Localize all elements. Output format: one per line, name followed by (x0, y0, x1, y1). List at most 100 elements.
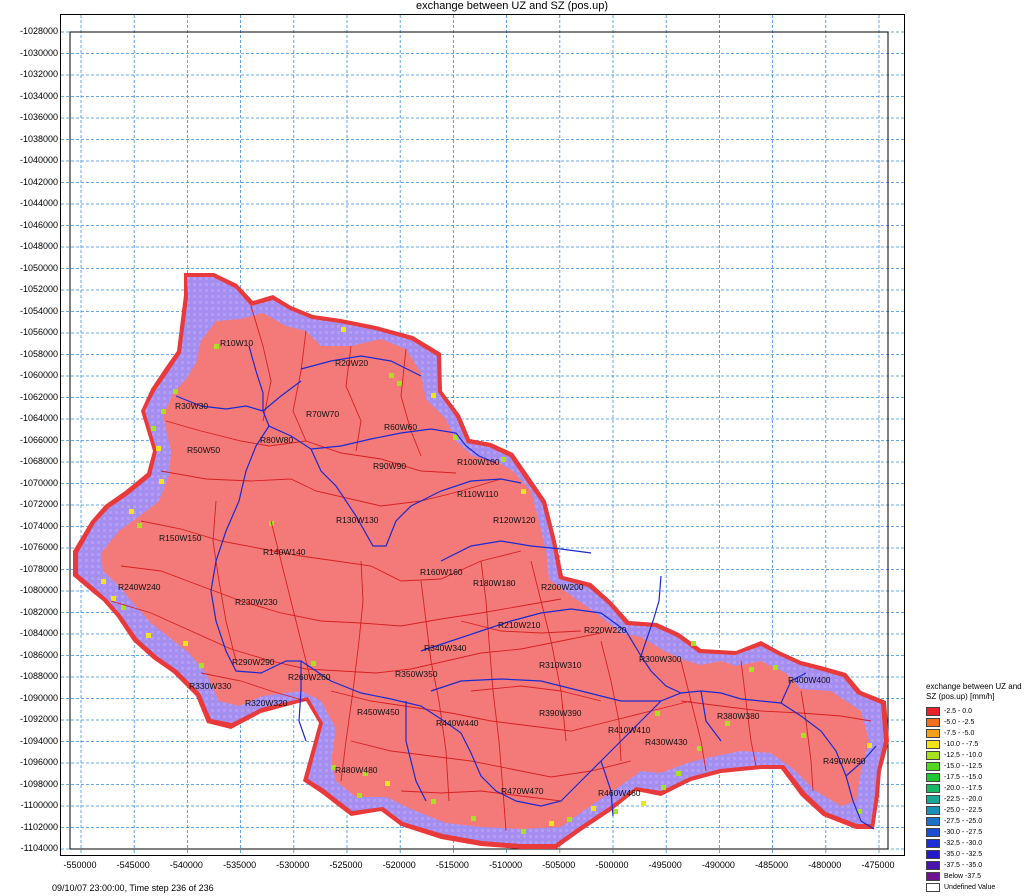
y-tick-label: -1104000 (20, 843, 58, 853)
map-canvas[interactable]: R10W10 R20W20 R30W30 R70W70 R60W60 R80W80 R50W… (61, 15, 905, 856)
y-tick-label: -1042000 (19, 176, 58, 187)
subcatchment-label: R70W70 (306, 409, 339, 419)
legend-swatch (926, 751, 940, 760)
subcatchment-label: R340W340 (424, 643, 467, 653)
subcatchment-label: R300W300 (639, 654, 682, 664)
x-tick-label: -495000 (648, 860, 682, 870)
speckle-cell (549, 821, 554, 826)
subcatchment-label: R180W180 (473, 578, 516, 588)
subcatchment-label: R200W200 (541, 582, 584, 592)
legend-label: Undefined Value (944, 884, 996, 891)
y-tick-label: -1068000 (19, 456, 58, 466)
legend-entry: -2.5 - 0.0 (926, 706, 1024, 717)
legend-label: -5.0 - -2.5 (944, 719, 975, 726)
x-tick-label: -485000 (755, 860, 789, 870)
speckle-cell (613, 809, 618, 814)
legend-entry: -37.5 - -35.0 (926, 860, 1024, 871)
subcatchment-label: R440W440 (436, 718, 479, 728)
speckle-cell (385, 781, 390, 786)
speckle-cell (661, 785, 666, 790)
speckle-cell (567, 817, 572, 822)
legend-label: -22.5 - -20.0 (944, 796, 983, 803)
y-tick-label: -1086000 (19, 649, 58, 660)
x-tick-label: -530000 (276, 860, 310, 870)
speckle-cell (431, 393, 436, 398)
speckle-cell (357, 793, 362, 798)
speckle-cell (111, 596, 116, 601)
legend-label: -25.0 - -22.5 (944, 807, 983, 814)
y-tick-label: -1088000 (19, 671, 58, 681)
legend-swatch (926, 883, 940, 892)
speckle-cell (691, 641, 696, 646)
legend-entry: -10.0 - -7.5 (926, 739, 1024, 750)
subcatchment-label: R230W230 (235, 597, 278, 607)
legend-label: -10.0 - -7.5 (944, 741, 979, 748)
speckle-cell (453, 435, 458, 440)
map-view[interactable]: R10W10 R20W20 R30W30 R70W70 R60W60 R80W80 R50W… (60, 14, 905, 856)
legend-label: -2.5 - 0.0 (944, 708, 973, 715)
y-tick-label: -1064000 (19, 413, 58, 423)
legend-label: -35.0 - -32.5 (944, 851, 983, 858)
x-tick-label: -535000 (223, 860, 257, 870)
speckle-cell (159, 479, 164, 484)
y-tick-label: -1032000 (19, 69, 58, 79)
subcatchment-label: R160W160 (420, 567, 463, 577)
x-tick-label: -520000 (382, 860, 416, 870)
y-tick-label: -1090000 (19, 692, 58, 703)
legend-swatch (926, 729, 940, 738)
speckle-cell (471, 816, 476, 821)
subcatchment-label: R100W100 (457, 457, 500, 467)
x-tick-label: -515000 (435, 860, 469, 870)
y-tick-label: -1046000 (19, 219, 58, 230)
legend-swatch (926, 828, 940, 837)
speckle-cell (129, 509, 134, 514)
legend-entry: -25.0 - -22.5 (926, 805, 1024, 816)
subcatchment-label: R330W330 (189, 681, 232, 691)
subcatchment-label: R470W470 (501, 786, 544, 796)
y-tick-label: -1062000 (19, 391, 58, 402)
legend-swatch (926, 762, 940, 771)
speckle-cell (655, 711, 660, 716)
y-tick-label: -1066000 (19, 434, 58, 445)
subcatchment-label: R120W120 (493, 515, 536, 525)
y-tick-label: -1050000 (19, 262, 58, 273)
speckle-cell (199, 663, 204, 668)
y-tick-label: -1052000 (19, 284, 58, 294)
legend-swatch (926, 817, 940, 826)
legend-swatch (926, 795, 940, 804)
legend-label: -20.0 - -17.5 (944, 785, 983, 792)
y-tick-label: -1030000 (19, 47, 58, 58)
subcatchment-label: R50W50 (187, 445, 220, 455)
legend-label: -37.5 - -35.0 (944, 862, 983, 869)
speckle-cell (431, 799, 436, 804)
subcatchment-label: R260W260 (288, 672, 331, 682)
y-tick-label: -1078000 (19, 563, 58, 574)
speckle-cell (521, 489, 526, 494)
speckle-cell (676, 771, 681, 776)
speckle-cell (214, 344, 219, 349)
subcatchment-label: R400W400 (788, 675, 831, 685)
subcatchment-label: R480W480 (335, 765, 378, 775)
speckle-cell (867, 743, 872, 748)
subcatchment-label: R60W60 (384, 422, 417, 432)
y-tick-label: -1094000 (19, 735, 58, 746)
y-tick-label: -1060000 (19, 370, 58, 380)
x-tick-label: -505000 (542, 860, 576, 870)
speckle-cell (389, 373, 394, 378)
legend-entry: Undefined Value (926, 882, 1024, 893)
x-tick-label: -525000 (329, 860, 363, 870)
speckle-cell (146, 633, 151, 638)
y-tick-label: -1038000 (19, 133, 58, 144)
speckle-cell (521, 829, 526, 834)
subcatchment-label: R90W90 (373, 461, 406, 471)
subcatchment-label: R390W390 (539, 708, 582, 718)
speckle-cell (183, 641, 188, 646)
speckle-cell (156, 446, 161, 451)
subcatchment-label: R220W220 (584, 625, 627, 635)
legend-label: -27.5 - -25.0 (944, 818, 983, 825)
subcatchment-label: R320W320 (245, 698, 288, 708)
y-tick-label: -1102000 (20, 821, 58, 832)
map-title: exchange between UZ and SZ (pos.up) (415, 0, 608, 12)
legend-swatch (926, 861, 940, 870)
subcatchment-label: R20W20 (335, 358, 368, 368)
